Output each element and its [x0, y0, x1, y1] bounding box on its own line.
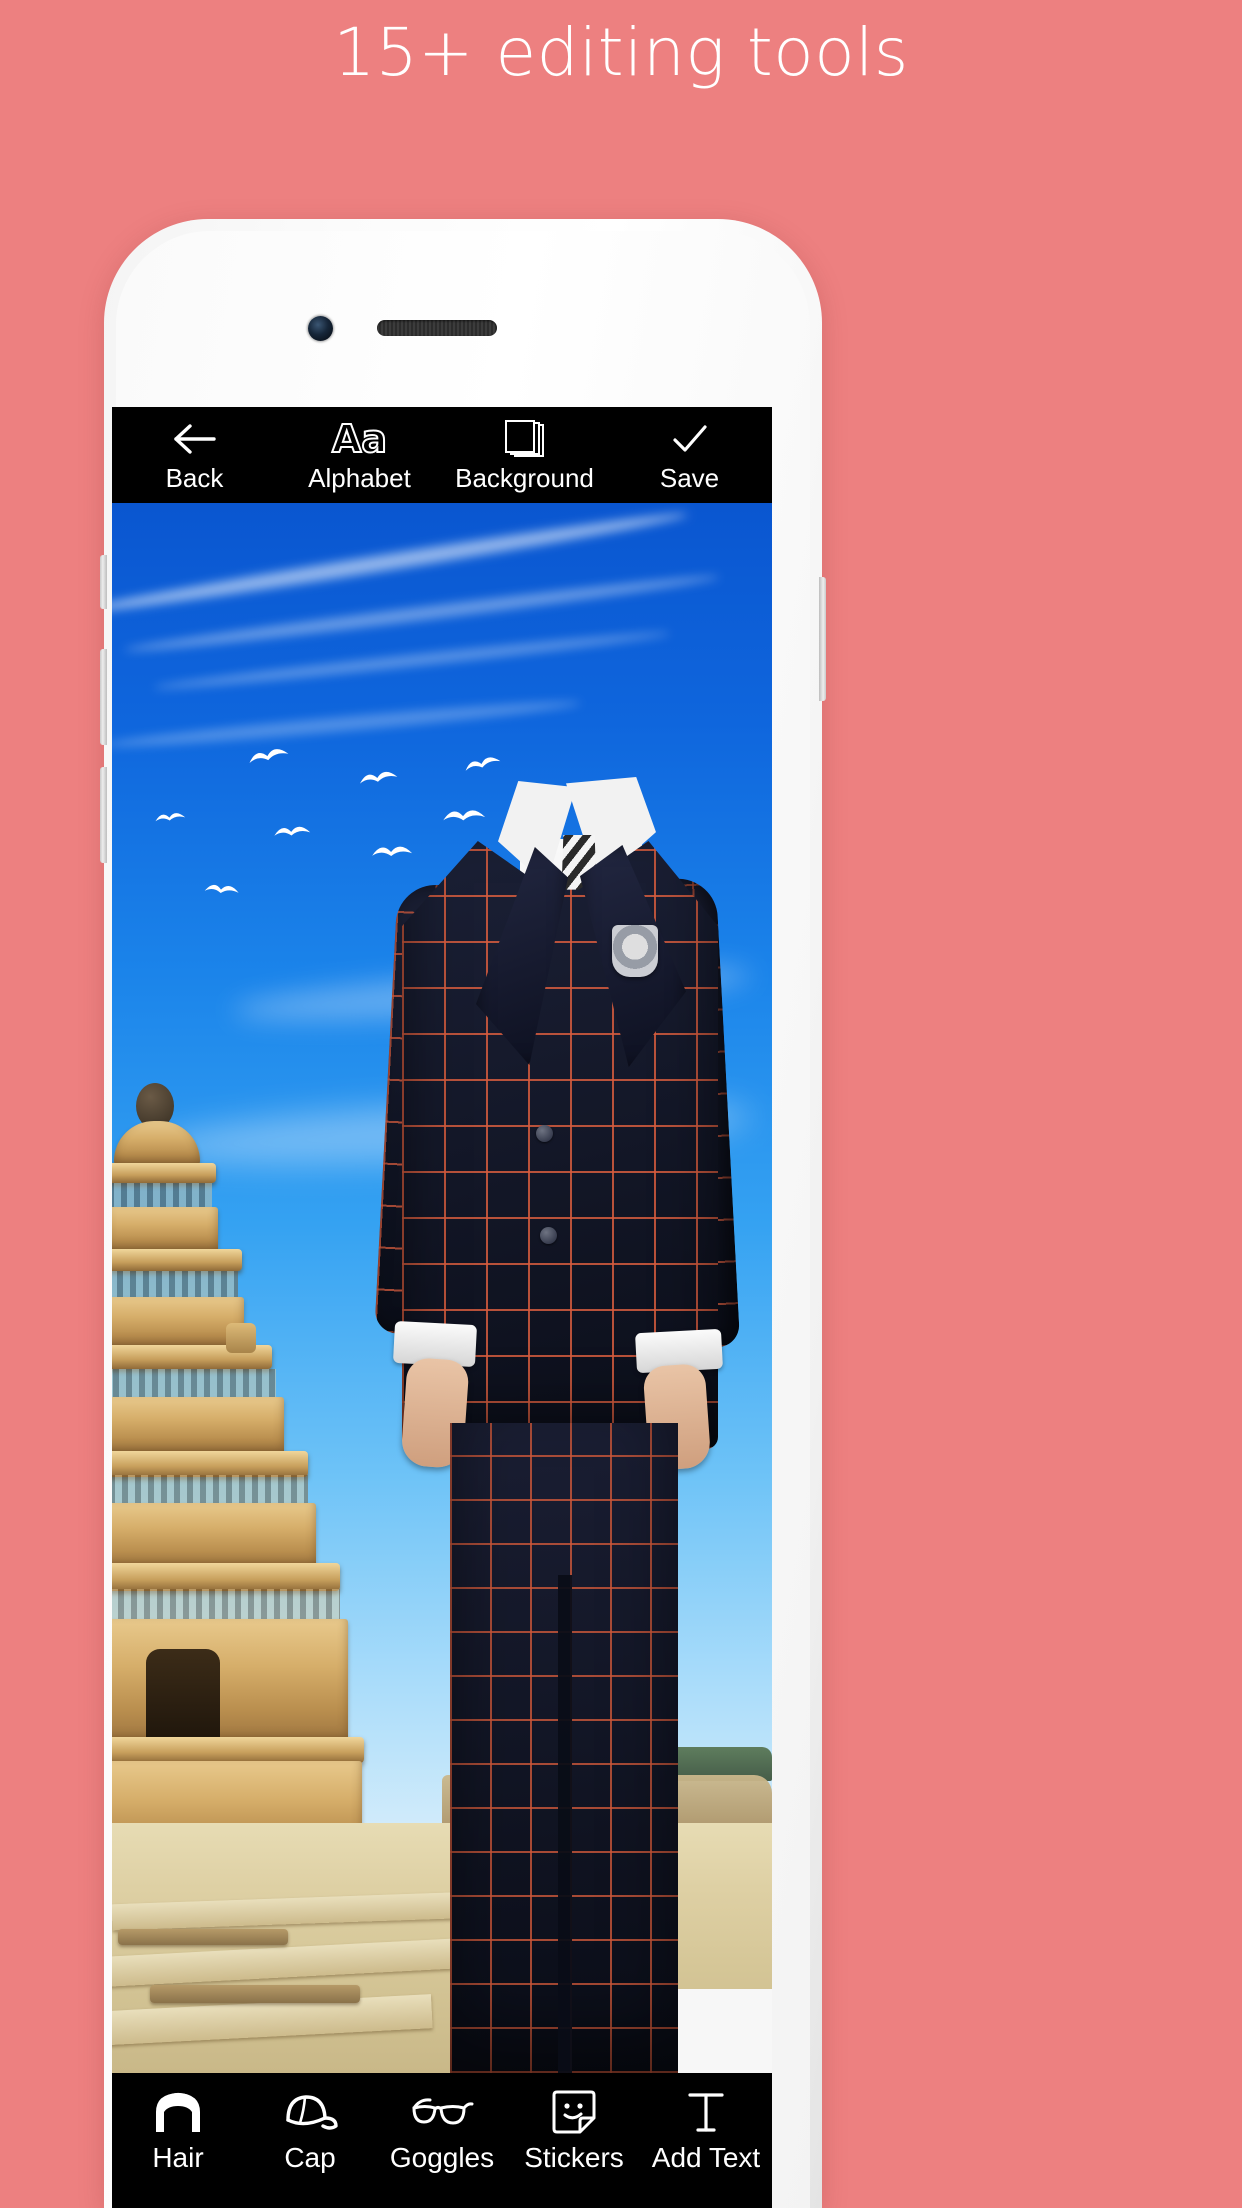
- rubble: [150, 1985, 360, 2003]
- suit-figure[interactable]: [374, 775, 741, 2073]
- cap-label: Cap: [284, 2142, 336, 2173]
- jacket-button: [540, 1227, 557, 1244]
- phone-mockup: Back Aa Alphabet Background Save Hair Ca…: [100, 219, 826, 2208]
- power-button[interactable]: [819, 577, 826, 701]
- arrow-left-icon: [172, 418, 218, 460]
- goggles-button[interactable]: Goggles: [376, 2073, 508, 2175]
- add-text-label: Add Text: [651, 2142, 761, 2173]
- alphabet-label: Alphabet: [308, 463, 411, 493]
- photo-canvas[interactable]: [112, 503, 772, 2073]
- alphabet-button[interactable]: Aa Alphabet: [277, 407, 442, 493]
- hair-label: Hair: [152, 2142, 204, 2173]
- editor-top-toolbar: Back Aa Alphabet Background Save: [112, 407, 772, 503]
- page-title: 15+ editing tools: [333, 14, 909, 91]
- rubble: [118, 1929, 288, 1945]
- bird-icon: [272, 819, 313, 842]
- silent-switch[interactable]: [100, 555, 107, 609]
- editor-bottom-toolbar: Hair Cap Goggles Stickers Add Text: [112, 2073, 772, 2208]
- earpiece-speaker-icon: [377, 320, 497, 336]
- volume-up-button[interactable]: [100, 649, 107, 745]
- back-label: Back: [165, 463, 224, 493]
- volume-down-button[interactable]: [100, 767, 107, 863]
- hair-icon: [148, 2087, 208, 2137]
- save-button[interactable]: Save: [607, 407, 772, 493]
- add-text-button[interactable]: Add Text: [640, 2073, 772, 2175]
- cap-button[interactable]: Cap: [244, 2073, 376, 2175]
- phone-screen: Back Aa Alphabet Background Save Hair Ca…: [112, 407, 772, 2208]
- trouser-leg-gap: [558, 1575, 572, 2073]
- bird-icon: [153, 806, 188, 826]
- bird-icon: [203, 877, 242, 899]
- goggles-icon: [408, 2087, 476, 2137]
- pocket-emblem: [612, 925, 658, 977]
- save-label: Save: [659, 463, 720, 493]
- back-button[interactable]: Back: [112, 407, 277, 493]
- stickers-button[interactable]: Stickers: [508, 2073, 640, 2175]
- temple-structure: [112, 1083, 372, 1863]
- background-button[interactable]: Background: [442, 407, 607, 493]
- aa-text-icon: Aa: [331, 417, 388, 461]
- hair-button[interactable]: Hair: [112, 2073, 244, 2175]
- jacket-button: [536, 1125, 553, 1142]
- background-label: Background: [455, 463, 594, 493]
- sticker-smiley-icon: [550, 2087, 598, 2137]
- check-icon: [670, 418, 710, 460]
- cap-icon: [278, 2087, 342, 2137]
- layers-icon: [504, 418, 545, 460]
- text-t-icon: [684, 2087, 728, 2137]
- front-camera-icon: [308, 316, 333, 341]
- goggles-label: Goggles: [389, 2142, 495, 2173]
- stickers-label: Stickers: [524, 2142, 624, 2173]
